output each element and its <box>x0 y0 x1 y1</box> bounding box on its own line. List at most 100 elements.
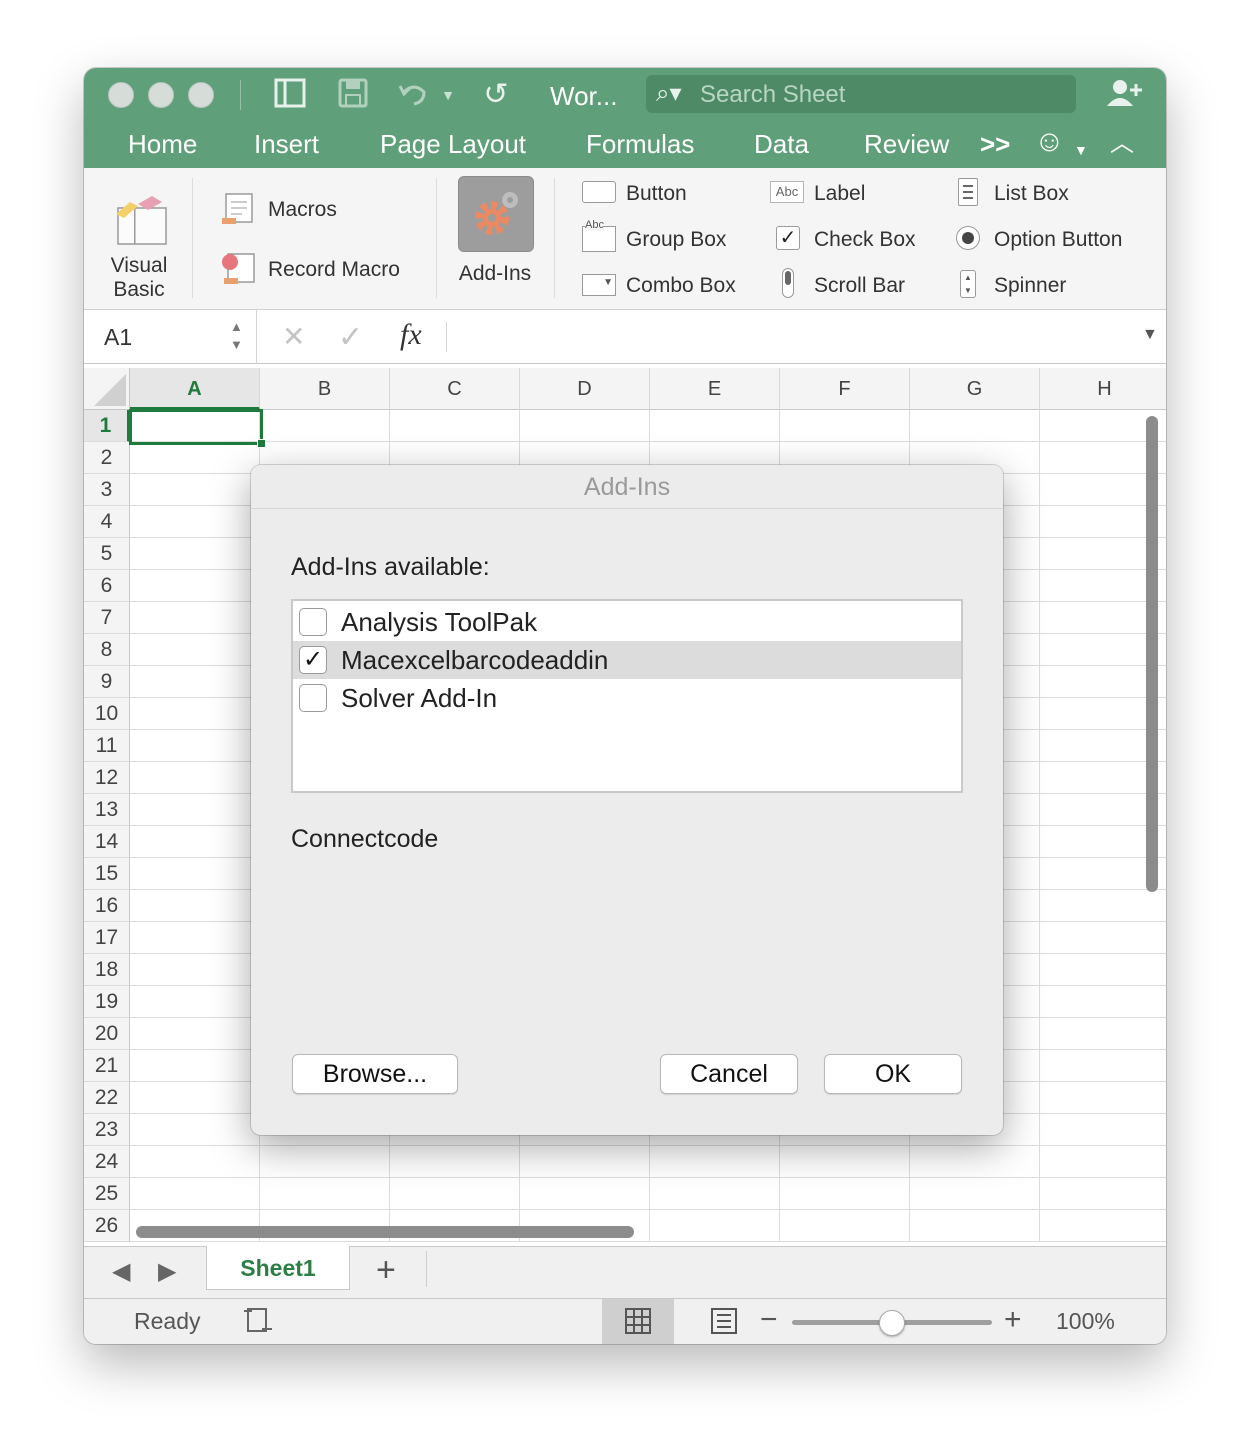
column-header[interactable]: H <box>1040 368 1166 410</box>
zoom-in-button[interactable]: + <box>1004 1303 1022 1337</box>
insert-function-icon[interactable]: fx <box>400 318 422 352</box>
vertical-scrollbar-thumb[interactable] <box>1146 416 1158 892</box>
row-header[interactable]: 13 <box>84 794 130 826</box>
row-header[interactable]: 7 <box>84 602 130 634</box>
row-header[interactable]: 8 <box>84 634 130 666</box>
column-header[interactable]: F <box>780 368 910 410</box>
expand-formula-chevron-icon[interactable]: ▼ <box>1142 326 1158 344</box>
group-box-control[interactable]: Abc Group Box <box>582 219 752 258</box>
row-header[interactable]: 2 <box>84 442 130 474</box>
selected-cell-a1[interactable] <box>129 409 263 445</box>
minimize-window-button[interactable] <box>148 82 174 108</box>
column-header[interactable]: G <box>910 368 1040 410</box>
addin-checkbox[interactable] <box>299 608 327 636</box>
row-header[interactable]: 22 <box>84 1082 130 1114</box>
ok-button[interactable]: OK <box>824 1054 962 1094</box>
row-header[interactable]: 1 <box>84 410 130 442</box>
row-header[interactable]: 3 <box>84 474 130 506</box>
button-control[interactable]: Button <box>582 180 752 212</box>
row-header[interactable]: 15 <box>84 858 130 890</box>
row-header[interactable]: 4 <box>84 506 130 538</box>
column-header[interactable]: E <box>650 368 780 410</box>
horizontal-scrollbar-thumb[interactable] <box>136 1226 634 1238</box>
row-header[interactable]: 11 <box>84 730 130 762</box>
browse-button[interactable]: Browse... <box>292 1054 458 1094</box>
add-sheet-button[interactable]: + <box>376 1251 396 1290</box>
sheet-tab-sheet1[interactable]: Sheet1 <box>206 1246 350 1290</box>
close-window-button[interactable] <box>108 82 134 108</box>
row-header[interactable]: 26 <box>84 1210 130 1242</box>
tab-home[interactable]: Home <box>128 126 197 162</box>
column-header[interactable]: B <box>260 368 390 410</box>
name-box[interactable]: A1 <box>104 324 132 351</box>
list-item[interactable]: ✓ Macexcelbarcodeaddin <box>293 641 961 679</box>
spinner-control[interactable]: ▲ ▼ Spinner <box>956 270 1156 304</box>
cancel-entry-icon[interactable]: ✕ <box>282 320 305 353</box>
tab-data[interactable]: Data <box>754 126 809 162</box>
check-box-control[interactable]: ✓ Check Box <box>770 226 930 258</box>
zoom-level[interactable]: 100% <box>1056 1308 1115 1335</box>
row-header[interactable]: 17 <box>84 922 130 954</box>
tab-insert[interactable]: Insert <box>254 126 319 162</box>
search-sheet-field[interactable]: ⌕▾ Search Sheet <box>646 75 1076 113</box>
addins-list[interactable]: Analysis ToolPak ✓ Macexcelbarcodeaddin … <box>291 599 963 793</box>
list-item[interactable]: Solver Add-In <box>293 679 961 717</box>
row-header[interactable]: 14 <box>84 826 130 858</box>
share-add-person-icon[interactable] <box>1102 78 1146 116</box>
zoom-out-button[interactable]: − <box>760 1303 778 1337</box>
redo-icon[interactable]: ↺ <box>478 78 514 112</box>
label-control[interactable]: Abc Label <box>770 180 930 212</box>
sidebar-toggle-icon[interactable] <box>272 78 308 116</box>
addins-button[interactable]: Add-Ins <box>446 174 544 300</box>
previous-sheet-icon[interactable]: ◀ <box>112 1257 130 1286</box>
normal-view-button[interactable] <box>602 1299 674 1344</box>
row-header[interactable]: 9 <box>84 666 130 698</box>
undo-icon[interactable] <box>394 78 434 116</box>
option-button-control[interactable]: Option Button <box>956 226 1156 258</box>
name-box-stepper-icon[interactable]: ▲ ▼ <box>230 318 243 354</box>
record-macro-button[interactable]: Record Macro <box>220 248 420 288</box>
row-header[interactable]: 18 <box>84 954 130 986</box>
row-header[interactable]: 10 <box>84 698 130 730</box>
next-sheet-icon[interactable]: ▶ <box>158 1257 176 1286</box>
row-header[interactable]: 16 <box>84 890 130 922</box>
enter-entry-icon[interactable]: ✓ <box>338 320 363 355</box>
combo-box-control[interactable]: ▼ Combo Box <box>582 272 752 304</box>
save-icon[interactable] <box>336 78 370 116</box>
column-header[interactable]: A <box>130 368 260 410</box>
accessibility-icon[interactable] <box>242 1305 274 1340</box>
feedback-dropdown-chevron-icon[interactable]: ▼ <box>1074 132 1088 168</box>
tab-overflow-chevrons[interactable]: >> <box>980 126 1010 162</box>
tab-review[interactable]: Review <box>864 126 949 162</box>
zoom-slider-thumb[interactable] <box>879 1310 905 1336</box>
addin-checkbox[interactable]: ✓ <box>299 646 327 674</box>
column-header[interactable]: D <box>520 368 650 410</box>
addin-checkbox[interactable] <box>299 684 327 712</box>
visual-basic-button[interactable]: Visual Basic <box>94 174 184 304</box>
row-header[interactable]: 5 <box>84 538 130 570</box>
cancel-button[interactable]: Cancel <box>660 1054 798 1094</box>
list-item[interactable]: Analysis ToolPak <box>293 603 961 641</box>
tab-page-layout[interactable]: Page Layout <box>380 126 526 162</box>
row-header[interactable]: 20 <box>84 1018 130 1050</box>
feedback-smiley-icon[interactable]: ☺ <box>1034 124 1065 160</box>
collapse-ribbon-chevron-icon[interactable]: ︿ <box>1110 126 1134 162</box>
scroll-bar-control[interactable]: Scroll Bar <box>770 268 930 304</box>
page-layout-view-button[interactable] <box>688 1299 760 1344</box>
row-header[interactable]: 12 <box>84 762 130 794</box>
row-header[interactable]: 21 <box>84 1050 130 1082</box>
formula-input[interactable] <box>448 310 1128 364</box>
row-header[interactable]: 23 <box>84 1114 130 1146</box>
zoom-window-button[interactable] <box>188 82 214 108</box>
undo-dropdown-chevron-icon[interactable]: ▼ <box>440 78 456 112</box>
row-header[interactable]: 19 <box>84 986 130 1018</box>
row-header[interactable]: 24 <box>84 1146 130 1178</box>
column-header[interactable]: C <box>390 368 520 410</box>
row-header[interactable]: 6 <box>84 570 130 602</box>
list-box-control[interactable]: List Box <box>956 178 1156 212</box>
macros-button[interactable]: Macros <box>220 190 420 228</box>
tab-formulas[interactable]: Formulas <box>586 126 694 162</box>
fill-handle[interactable] <box>257 439 266 448</box>
select-all-corner[interactable] <box>84 368 130 410</box>
row-header[interactable]: 25 <box>84 1178 130 1210</box>
